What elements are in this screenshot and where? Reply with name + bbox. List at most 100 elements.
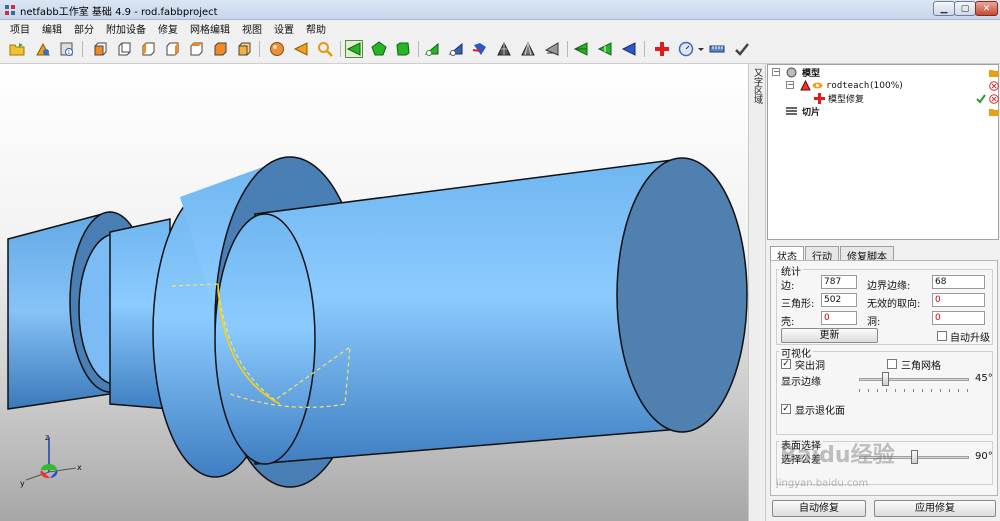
vertical-side-tab[interactable]: 又字区域 bbox=[751, 68, 763, 107]
holes-label: 洞: bbox=[867, 317, 881, 328]
menu-mesh-edit[interactable]: 网格编辑 bbox=[184, 21, 236, 36]
toolbar-separator bbox=[418, 41, 419, 57]
open-file-icon[interactable] bbox=[8, 40, 26, 58]
show-degenerate-label: 显示退化面 bbox=[795, 406, 845, 417]
highlight-holes-checkbox[interactable]: ✓ bbox=[781, 359, 791, 369]
highlight-holes-label: 突出洞 bbox=[795, 361, 825, 372]
toolbar-separator bbox=[259, 41, 260, 57]
gauge-dropdown-icon[interactable] bbox=[696, 40, 706, 58]
panel-splitter[interactable] bbox=[748, 64, 766, 521]
select-all-icon[interactable] bbox=[572, 40, 590, 58]
show-degenerate-checkbox[interactable]: ✓ bbox=[781, 404, 791, 414]
view-top-icon[interactable] bbox=[187, 40, 205, 58]
zoom-icon[interactable] bbox=[316, 40, 334, 58]
cancel-icon[interactable] bbox=[989, 94, 999, 104]
folder-icon[interactable] bbox=[989, 68, 999, 78]
toolbar-separator bbox=[644, 41, 645, 57]
edges-label: 边: bbox=[781, 281, 795, 292]
panel-tabs: 状态 行动 修复脚本 bbox=[770, 246, 895, 263]
flip-icon[interactable] bbox=[543, 40, 561, 58]
menu-project[interactable]: 项目 bbox=[4, 21, 36, 36]
view-back-icon[interactable] bbox=[115, 40, 133, 58]
mesh-icon[interactable] bbox=[495, 40, 513, 58]
select-triangle-icon[interactable] bbox=[345, 40, 363, 58]
sphere-icon[interactable] bbox=[268, 40, 286, 58]
menu-edit[interactable]: 编辑 bbox=[36, 21, 68, 36]
tree-label-repair: 模型修复 bbox=[828, 95, 865, 105]
edge-angle-slider-thumb[interactable] bbox=[882, 372, 889, 386]
mesh-alt-icon[interactable] bbox=[519, 40, 537, 58]
tree-label-part: rodteach bbox=[826, 80, 870, 91]
minimize-icon: ▁ bbox=[940, 3, 948, 14]
auto-repair-button[interactable]: 自动修复 bbox=[772, 500, 866, 517]
select-border-icon[interactable] bbox=[596, 40, 614, 58]
axis-x-label: x bbox=[77, 463, 82, 472]
triangles-label: 三角形: bbox=[781, 299, 815, 310]
close-icon: ✕ bbox=[982, 3, 991, 14]
minimize-button[interactable]: ▁ bbox=[933, 1, 955, 16]
toolbar-separator bbox=[340, 41, 341, 57]
add-triangle-icon[interactable] bbox=[423, 40, 441, 58]
border-edges-value: 68 bbox=[932, 275, 985, 289]
view-iso-icon[interactable] bbox=[235, 40, 253, 58]
view-front-icon[interactable] bbox=[91, 40, 109, 58]
main-toolbar: 1 bbox=[0, 36, 1000, 64]
menu-help[interactable]: 帮助 bbox=[300, 21, 332, 36]
tab-status[interactable]: 状态 bbox=[770, 246, 804, 263]
tree-label-slices: 切片 bbox=[802, 108, 821, 118]
maximize-button[interactable]: ▢ bbox=[954, 1, 976, 16]
cut-icon[interactable] bbox=[471, 40, 489, 58]
remove-icon[interactable] bbox=[989, 81, 999, 91]
svg-text:1: 1 bbox=[67, 50, 70, 56]
toolbar-separator bbox=[567, 41, 568, 57]
gauge-icon[interactable] bbox=[677, 40, 695, 58]
tree-row-slices[interactable]: 切片 bbox=[768, 105, 999, 118]
folder-icon[interactable] bbox=[989, 107, 999, 117]
menu-view[interactable]: 视图 bbox=[236, 21, 268, 36]
tab-repair-scripts[interactable]: 修复脚本 bbox=[840, 246, 894, 263]
auto-upgrade-checkbox[interactable] bbox=[937, 331, 947, 341]
axis-y-label: y bbox=[20, 479, 25, 488]
edge-angle-value: 45° bbox=[975, 373, 993, 384]
show-edges-label: 显示边缘 bbox=[781, 377, 821, 388]
collapse-icon[interactable]: − bbox=[786, 81, 794, 89]
view-left-icon[interactable] bbox=[139, 40, 157, 58]
confirm-check-icon[interactable] bbox=[976, 94, 986, 104]
update-button[interactable]: 更新 bbox=[781, 328, 878, 343]
select-surface-icon[interactable] bbox=[370, 40, 388, 58]
select-invert-icon[interactable] bbox=[620, 40, 638, 58]
tree-row-part[interactable]: − rodteach (100%) bbox=[768, 79, 999, 92]
rod-model-render[interactable] bbox=[0, 64, 748, 521]
triangle-icon[interactable] bbox=[292, 40, 310, 58]
collapse-icon[interactable]: − bbox=[772, 68, 780, 76]
shells-value: 0 bbox=[821, 311, 857, 325]
invalid-orientation-value: 0 bbox=[932, 293, 985, 307]
border-edges-label: 边界边缘: bbox=[867, 281, 911, 292]
apply-repair-button[interactable]: 应用修复 bbox=[874, 500, 996, 517]
3d-viewport[interactable]: z x y bbox=[0, 64, 748, 521]
repair-icon[interactable] bbox=[653, 40, 671, 58]
menu-settings[interactable]: 设置 bbox=[268, 21, 300, 36]
visibility-eye-icon[interactable] bbox=[812, 80, 823, 91]
settings-icon[interactable]: 1 bbox=[58, 40, 76, 58]
menu-part[interactable]: 部分 bbox=[68, 21, 100, 36]
edge-angle-slider-track[interactable] bbox=[859, 378, 969, 381]
remove-triangle-icon[interactable] bbox=[447, 40, 465, 58]
menu-addons[interactable]: 附加设备 bbox=[100, 21, 152, 36]
vertical-side-tab-label: 又字区域 bbox=[752, 68, 762, 104]
add-part-icon[interactable] bbox=[34, 40, 52, 58]
check-icon[interactable] bbox=[733, 40, 751, 58]
tree-row-repair[interactable]: 模型修复 bbox=[768, 92, 999, 105]
tab-actions[interactable]: 行动 bbox=[805, 246, 839, 263]
baidu-watermark-url: jingyan.baidu.com bbox=[776, 478, 869, 489]
selection-tolerance-slider-thumb[interactable] bbox=[911, 450, 918, 464]
select-shell-icon[interactable] bbox=[394, 40, 412, 58]
close-button[interactable]: ✕ bbox=[975, 1, 998, 16]
view-right-icon[interactable] bbox=[163, 40, 181, 58]
tree-row-models[interactable]: − 模型 bbox=[768, 66, 999, 79]
axis-z-label: z bbox=[45, 433, 49, 442]
measure-icon[interactable] bbox=[708, 40, 726, 58]
triangle-mesh-checkbox[interactable] bbox=[887, 359, 897, 369]
menu-repair[interactable]: 修复 bbox=[152, 21, 184, 36]
view-bottom-icon[interactable] bbox=[211, 40, 229, 58]
